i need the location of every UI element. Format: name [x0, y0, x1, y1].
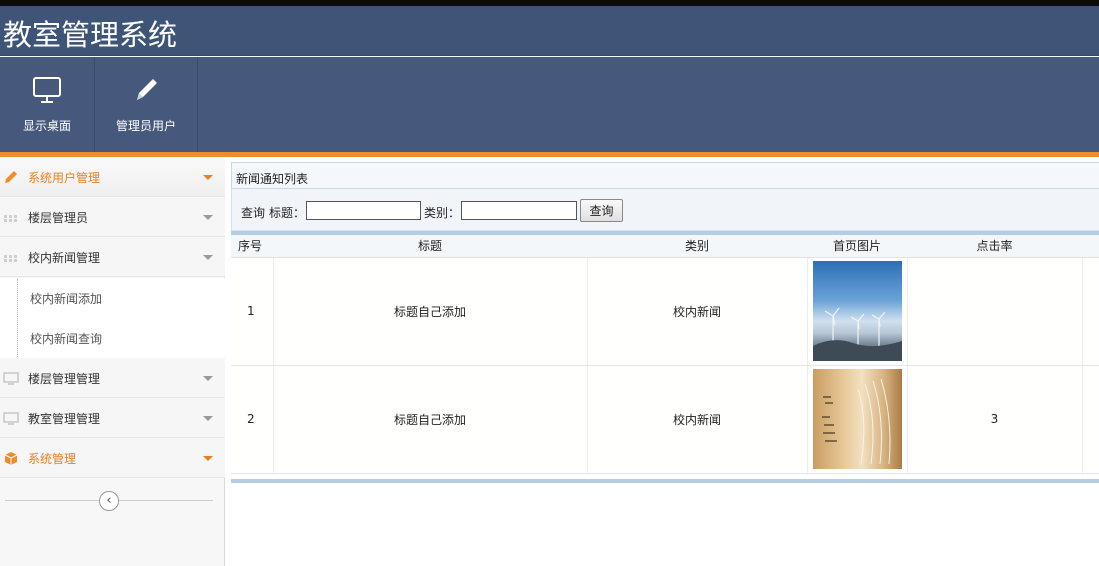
monitor-icon — [3, 412, 19, 425]
cell-id: 1 — [231, 257, 274, 366]
sidebar-subitem-news-add[interactable]: 校内新闻添加 — [0, 278, 225, 318]
title-search-input[interactable] — [306, 201, 421, 220]
sidebar-subitem-label: 校内新闻查询 — [30, 332, 103, 346]
cell-id: 2 — [231, 365, 274, 474]
search-prefix-label: 查询 — [241, 206, 266, 220]
chevron-down-icon — [203, 456, 213, 461]
cell-title: 标题自己添加 — [273, 365, 588, 474]
column-header-blank — [1082, 235, 1099, 258]
main-content: 新闻通知列表 查询 标题： 类别： 查询 序号 标题 类别 首页图片 点击率 1… — [231, 162, 1099, 566]
table-header-row: 序号 标题 类别 首页图片 点击率 — [231, 235, 1099, 258]
title-field-label: 标题： — [269, 206, 306, 220]
column-header: 点击率 — [907, 235, 1082, 258]
monitor-icon — [3, 372, 19, 385]
sidebar-item-label: 校内新闻管理 — [28, 251, 101, 265]
open-book-graphic — [821, 378, 890, 465]
sidebar-item-campus-news[interactable]: 校内新闻管理 — [0, 237, 225, 277]
sidebar-item-label: 系统用户管理 — [28, 171, 101, 185]
cell-image — [807, 365, 908, 474]
cell-blank — [1082, 365, 1099, 474]
chevron-down-icon — [203, 175, 213, 180]
open-book-image[interactable] — [812, 369, 902, 469]
column-header: 标题 — [273, 235, 587, 258]
pencil-icon — [5, 171, 17, 183]
sidebar-item-label: 系统管理 — [28, 452, 77, 466]
table-row[interactable]: 1 标题自己添加 校内新闻 — [231, 257, 1099, 366]
sidebar-item-floor-admin[interactable]: 楼层管理员 — [0, 197, 225, 237]
sidebar-item-label: 楼层管理员 — [28, 211, 89, 225]
column-header: 首页图片 — [807, 235, 907, 258]
panel-title: 新闻通知列表 — [231, 162, 1099, 189]
search-button[interactable]: 查询 — [580, 199, 623, 222]
grid-icon — [4, 215, 17, 222]
show-desktop-label: 显示桌面 — [22, 119, 71, 133]
sidebar-item-label: 教室管理管理 — [28, 412, 101, 426]
column-header: 序号 — [231, 235, 273, 258]
sidebar: 系统用户管理 楼层管理员 校内新闻管理 校内新闻添加 校内新闻查询 楼层管理管理 — [0, 157, 225, 566]
monitor-icon — [33, 77, 61, 103]
wind-turbines-image[interactable] — [812, 261, 902, 361]
chevron-down-icon — [203, 215, 213, 220]
category-field-label: 类别： — [424, 206, 461, 220]
cell-image — [807, 257, 908, 366]
top-toolbar: 显示桌面 管理员用户 — [0, 57, 1099, 152]
cell-clicks: 3 — [907, 365, 1083, 474]
cell-category: 校内新闻 — [587, 365, 808, 474]
chevron-down-icon — [203, 416, 213, 421]
app-header: 教室管理系统 — [0, 6, 1099, 56]
table-row[interactable]: 2 标题自己添加 校内新闻 3 — [231, 365, 1099, 474]
grid-icon — [4, 255, 17, 262]
admin-user-label: 管理员用户 — [115, 119, 176, 133]
column-header: 类别 — [587, 235, 807, 258]
cell-blank — [1082, 257, 1099, 366]
chevron-down-icon — [203, 255, 213, 260]
sidebar-item-floor-manage[interactable]: 楼层管理管理 — [0, 358, 225, 398]
app-title: 教室管理系统 — [3, 18, 178, 52]
news-table: 序号 标题 类别 首页图片 点击率 1 标题自己添加 校内新闻 2 标题自己添加… — [231, 235, 1099, 474]
collapse-sidebar-button[interactable]: ‹ — [99, 491, 119, 511]
admin-user-button[interactable]: 管理员用户 — [95, 57, 198, 152]
pencil-icon — [137, 79, 157, 100]
search-bar: 查询 标题： 类别： 查询 — [231, 189, 1099, 231]
sidebar-collapse-area: ‹ — [0, 481, 225, 526]
chevron-down-icon — [203, 376, 213, 381]
sidebar-item-label: 楼层管理管理 — [28, 372, 101, 386]
sidebar-item-classroom-manage[interactable]: 教室管理管理 — [0, 398, 225, 438]
show-desktop-button[interactable]: 显示桌面 — [0, 57, 95, 152]
cell-clicks — [907, 257, 1083, 366]
sidebar-subitem-news-query[interactable]: 校内新闻查询 — [0, 318, 225, 358]
category-search-input[interactable] — [461, 201, 577, 220]
wind-turbines-graphic — [812, 307, 902, 361]
sidebar-item-system-users[interactable]: 系统用户管理 — [0, 157, 225, 197]
sidebar-subitem-label: 校内新闻添加 — [30, 292, 103, 306]
cell-title: 标题自己添加 — [273, 257, 588, 366]
cell-category: 校内新闻 — [587, 257, 808, 366]
sidebar-item-system-manage[interactable]: 系统管理 — [0, 438, 225, 478]
box-icon — [4, 452, 18, 465]
news-table-container: 序号 标题 类别 首页图片 点击率 1 标题自己添加 校内新闻 2 标题自己添加… — [231, 231, 1099, 483]
submenu-guide-line — [17, 279, 18, 359]
